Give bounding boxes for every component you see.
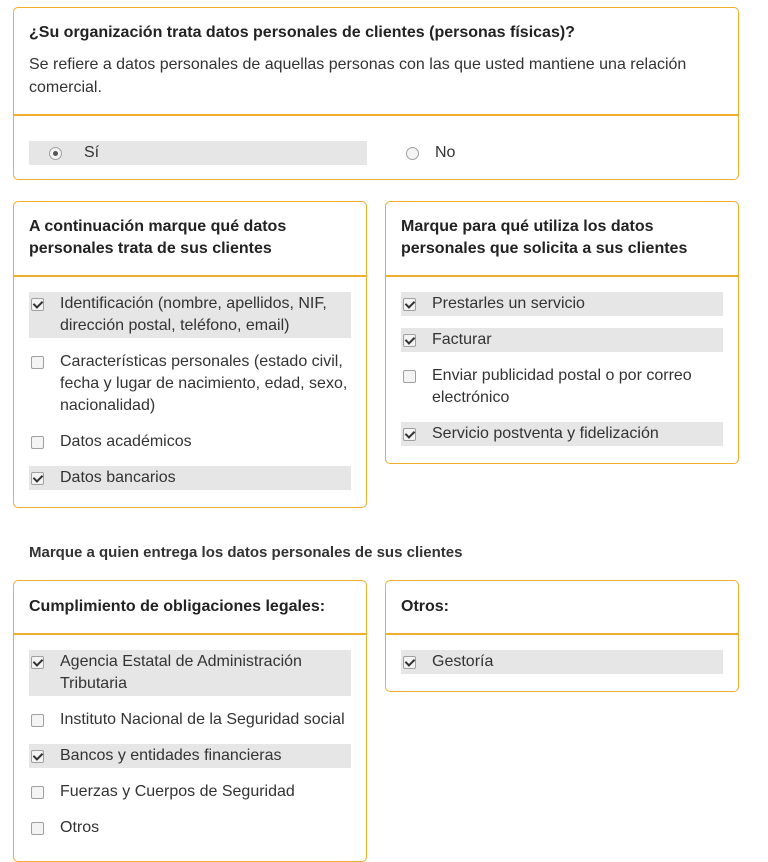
checkbox-icon[interactable]	[31, 472, 44, 485]
radio-option-si[interactable]: Sí	[29, 141, 367, 165]
radio-label: No	[435, 144, 456, 161]
question-panel: ¿Su organización trata datos personales …	[13, 7, 739, 180]
checkbox-item[interactable]: Datos académicos	[29, 430, 351, 454]
checkbox-label: Facturar	[432, 331, 492, 348]
checkbox-icon[interactable]	[31, 298, 44, 311]
checkbox-item[interactable]: Otros	[29, 816, 351, 840]
legales-panel: Cumplimiento de obligaciones legales: Ag…	[13, 580, 367, 862]
checkbox-item[interactable]: Datos bancarios	[29, 466, 351, 490]
checkbox-icon[interactable]	[403, 334, 416, 347]
otros-title: Otros:	[401, 598, 449, 615]
legales-title: Cumplimiento de obligaciones legales:	[29, 598, 326, 615]
question-description: Se refiere a datos personales de aquella…	[29, 56, 687, 96]
checkbox-icon[interactable]	[31, 436, 44, 449]
checkbox-icon[interactable]	[31, 714, 44, 727]
radio-label: Sí	[84, 144, 100, 161]
datos-panel: A continuación marque qué datos personal…	[13, 201, 367, 508]
checkbox-item[interactable]: Identificación (nombre, apellidos, NIF, …	[29, 292, 351, 338]
checkbox-icon[interactable]	[31, 356, 44, 369]
radio-icon[interactable]	[49, 146, 62, 160]
checkbox-label: Datos bancarios	[60, 469, 176, 486]
question-header: ¿Su organización trata datos personales …	[14, 8, 738, 116]
checkbox-icon[interactable]	[31, 822, 44, 835]
checkbox-label: Identificación (nombre, apellidos, NIF, …	[60, 295, 327, 334]
usos-title: Marque para qué utiliza los datos person…	[401, 218, 688, 257]
checkbox-label: Gestoría	[432, 653, 494, 670]
checkbox-label: Enviar publicidad postal o por correo el…	[432, 367, 692, 406]
checkbox-item[interactable]: Agencia Estatal de Administración Tribut…	[29, 650, 351, 696]
checkbox-label: Fuerzas y Cuerpos de Seguridad	[60, 783, 295, 800]
checkbox-icon[interactable]	[403, 298, 416, 311]
checkbox-icon[interactable]	[403, 428, 416, 441]
checkbox-item[interactable]: Gestoría	[401, 650, 723, 674]
checkbox-item[interactable]: Instituto Nacional de la Seguridad socia…	[29, 708, 351, 732]
radio-icon[interactable]	[406, 146, 419, 160]
checkbox-label: Instituto Nacional de la Seguridad socia…	[60, 711, 345, 728]
checkbox-label: Bancos y entidades financieras	[60, 747, 282, 764]
checkbox-item[interactable]: Enviar publicidad postal o por correo el…	[401, 364, 723, 410]
checkbox-icon[interactable]	[31, 750, 44, 763]
usos-panel: Marque para qué utiliza los datos person…	[385, 201, 739, 464]
checkbox-item[interactable]: Fuerzas y Cuerpos de Seguridad	[29, 780, 351, 804]
checkbox-label: Características personales (estado civil…	[60, 353, 348, 414]
checkbox-item[interactable]: Bancos y entidades financieras	[29, 744, 351, 768]
checkbox-item[interactable]: Características personales (estado civil…	[29, 350, 351, 418]
entrega-heading: Marque a quien entrega los datos persona…	[29, 544, 463, 561]
checkbox-item[interactable]: Servicio postventa y fidelización	[401, 422, 723, 446]
checkbox-icon[interactable]	[403, 656, 416, 669]
checkbox-icon[interactable]	[31, 656, 44, 669]
checkbox-icon[interactable]	[403, 370, 416, 383]
question-title: ¿Su organización trata datos personales …	[29, 24, 575, 41]
checkbox-label: Prestarles un servicio	[432, 295, 585, 312]
checkbox-item[interactable]: Facturar	[401, 328, 723, 352]
datos-title: A continuación marque qué datos personal…	[29, 218, 287, 257]
checkbox-label: Datos académicos	[60, 433, 192, 450]
checkbox-item[interactable]: Prestarles un servicio	[401, 292, 723, 316]
checkbox-icon[interactable]	[31, 786, 44, 799]
checkbox-label: Agencia Estatal de Administración Tribut…	[60, 653, 302, 692]
radio-option-no[interactable]: No	[406, 141, 455, 165]
checkbox-label: Servicio postventa y fidelización	[432, 425, 659, 442]
checkbox-label: Otros	[60, 819, 100, 836]
otros-panel: Otros: Gestoría	[385, 580, 739, 692]
